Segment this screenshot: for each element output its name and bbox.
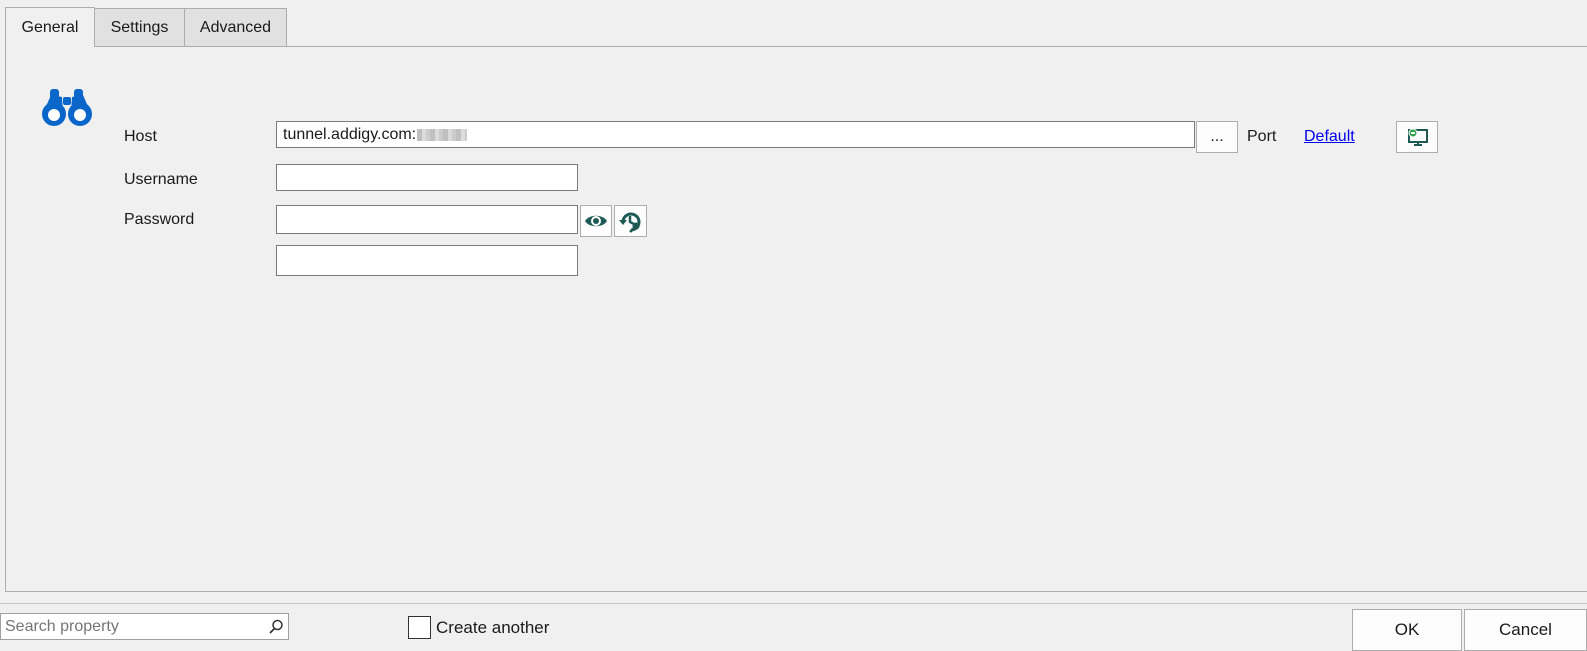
host-label: Host (124, 128, 157, 145)
password-label: Password (124, 211, 195, 228)
password-input[interactable] (276, 205, 578, 234)
search-property-box[interactable] (0, 613, 289, 640)
port-label: Port (1247, 128, 1277, 145)
binoculars-icon (42, 89, 92, 126)
host-input[interactable]: tunnel.addigy.com: (276, 121, 1195, 148)
history-key-icon (618, 212, 640, 233)
host-input-value: tunnel.addigy.com: (283, 126, 417, 143)
tab-settings[interactable]: Settings (94, 8, 185, 47)
create-another-checkbox[interactable] (408, 616, 431, 639)
additional-field[interactable] (276, 245, 578, 276)
username-label: Username (124, 171, 198, 188)
redacted-port-blur (417, 128, 468, 141)
password-history-button[interactable] (614, 205, 647, 237)
eye-icon (585, 215, 607, 227)
search-property-input[interactable] (1, 614, 263, 639)
monitor-connect-button[interactable] (1396, 121, 1438, 153)
browse-host-button[interactable]: ... (1196, 121, 1238, 153)
ok-button[interactable]: OK (1352, 609, 1462, 651)
username-input[interactable] (276, 164, 578, 191)
footer-divider (0, 603, 1587, 604)
tab-advanced[interactable]: Advanced (184, 8, 287, 47)
monitor-connect-icon (1408, 128, 1428, 146)
cancel-button[interactable]: Cancel (1464, 609, 1587, 651)
port-default-link[interactable]: Default (1304, 128, 1355, 146)
create-another-label: Create another (436, 618, 550, 637)
show-password-button[interactable] (580, 205, 612, 237)
search-icon (269, 619, 283, 634)
tab-general[interactable]: General (5, 7, 95, 47)
